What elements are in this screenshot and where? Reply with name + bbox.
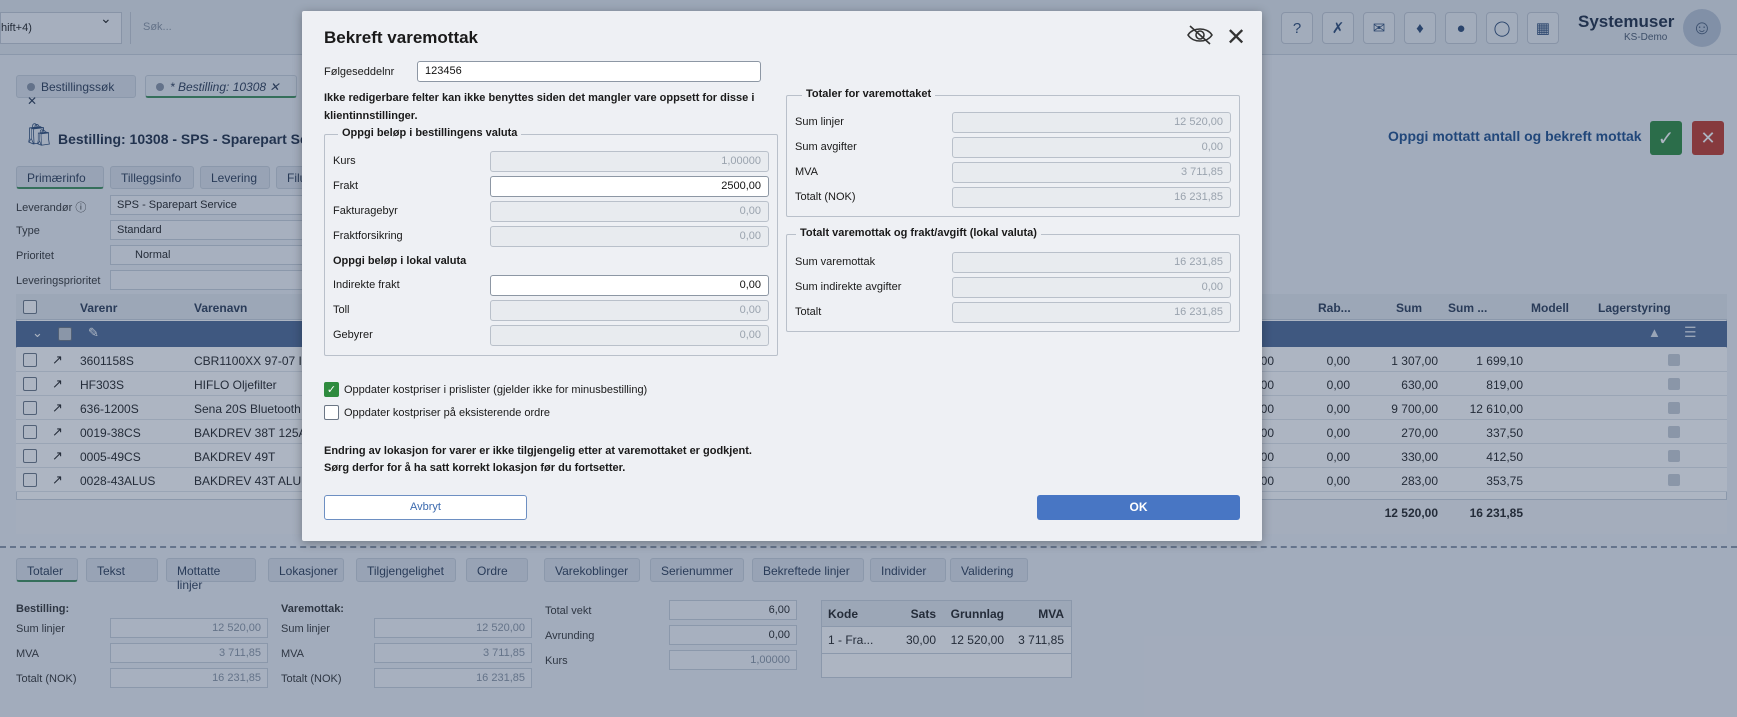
sum-linjer-input: 12 520,00	[952, 112, 1231, 133]
gebyrer-label: Gebyrer	[333, 329, 373, 341]
totalt-nok-input: 16 231,85	[952, 187, 1231, 208]
update-pricelists-label[interactable]: Oppdater kostpriser i prislister (gjelde…	[344, 384, 647, 396]
sum-varemottak-label: Sum varemottak	[795, 256, 876, 268]
update-pricelists-checkbox[interactable]: ✓	[324, 382, 339, 397]
toll-input: 0,00	[490, 300, 769, 321]
fakturagebyr-input: 0,00	[490, 201, 769, 222]
mva-input: 3 711,85	[952, 162, 1231, 183]
warning-text: Ikke redigerbare felter kan ikke benytte…	[324, 92, 755, 122]
sum-avgifter-input: 0,00	[952, 137, 1231, 158]
fraktforsikring-input: 0,00	[490, 226, 769, 247]
update-orders-checkbox[interactable]	[324, 405, 339, 420]
totaler-legend: Totaler for varemottaket	[802, 88, 936, 100]
totalt-input: 16 231,85	[952, 302, 1231, 323]
indirekte-frakt-input[interactable]: 0,00	[490, 275, 769, 296]
kurs-input: 1,00000	[490, 151, 769, 172]
folgeseddel-input[interactable]: 123456	[417, 61, 761, 82]
dialog-title: Bekreft varemottak	[324, 28, 479, 47]
hide-icon[interactable]	[1186, 24, 1214, 52]
sum-indirekte-input: 0,00	[952, 277, 1231, 298]
frakt-input[interactable]: 2500,00	[490, 176, 769, 197]
frakt-label: Frakt	[333, 180, 359, 192]
folgeseddel-label: Følgeseddelnr	[324, 66, 395, 78]
mva-label: MVA	[795, 166, 819, 178]
valuta-legend: Oppgi beløp i bestillingens valuta	[338, 127, 522, 139]
cancel-button[interactable]: Avbryt	[324, 495, 527, 520]
fakturagebyr-label: Fakturagebyr	[333, 205, 398, 217]
notice-line-1: Endring av lokasjon for varer er ikke ti…	[324, 445, 752, 457]
ok-button[interactable]: OK	[1037, 495, 1240, 520]
sum-varemottak-input: 16 231,85	[952, 252, 1231, 273]
lokal-valuta-heading: Oppgi beløp i lokal valuta	[333, 255, 467, 267]
sum-avgifter-label: Sum avgifter	[795, 141, 857, 153]
gebyrer-input: 0,00	[490, 325, 769, 346]
totalt-nok-label: Totalt (NOK)	[795, 191, 856, 203]
fraktforsikring-label: Fraktforsikring	[333, 230, 403, 242]
toll-label: Toll	[333, 304, 350, 316]
update-orders-label[interactable]: Oppdater kostpriser på eksisterende ordr…	[344, 407, 550, 419]
sum-indirekte-label: Sum indirekte avgifter	[795, 281, 902, 293]
notice-line-2: Sørg derfor for å ha satt korrekt lokasj…	[324, 462, 626, 474]
totalt-label: Totalt	[795, 306, 822, 318]
totalt-legend: Totalt varemottak og frakt/avgift (lokal…	[796, 227, 1041, 239]
sum-linjer-label: Sum linjer	[795, 116, 844, 128]
close-icon[interactable]: ✕	[1226, 23, 1246, 52]
indirekte-frakt-label: Indirekte frakt	[333, 279, 400, 291]
kurs-label: Kurs	[333, 155, 356, 167]
